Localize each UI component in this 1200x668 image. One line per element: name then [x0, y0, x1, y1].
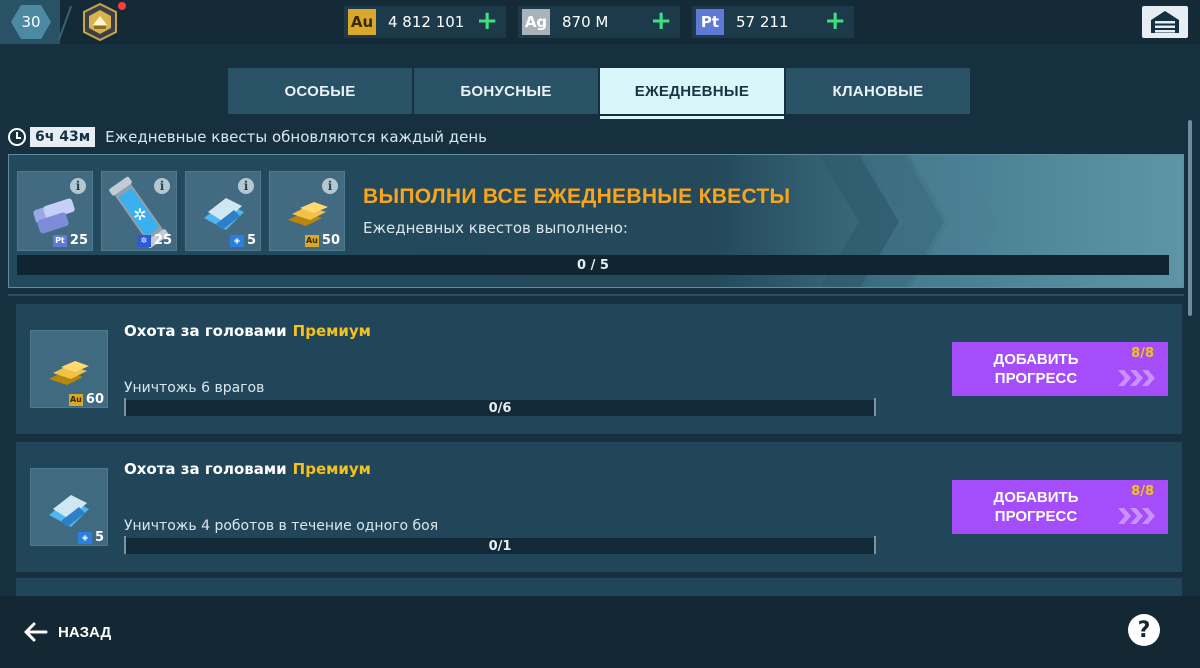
key-tag-icon: ◈: [77, 531, 92, 544]
info-icon[interactable]: i: [70, 178, 86, 194]
reward-count: Au 50: [304, 233, 340, 248]
tab-special[interactable]: ОСОБЫЕ: [228, 68, 412, 114]
clock-icon: [8, 128, 26, 146]
reward-count: Au 60: [68, 392, 104, 407]
reward-count: Pt 25: [52, 233, 88, 248]
quest-description: Уничтожь 6 врагов: [124, 380, 265, 396]
info-icon[interactable]: i: [322, 178, 338, 194]
currency-platinum: Pt 57 211 +: [692, 6, 854, 38]
gold-tag-icon: Au: [68, 393, 83, 406]
key-tag-icon: ◈: [229, 234, 244, 247]
quest-reward-thumbnail[interactable]: Au 60: [30, 330, 108, 408]
triple-chevron-icon: [1118, 508, 1155, 524]
bottom-bar: [0, 596, 1200, 668]
player-level-badge[interactable]: 30: [0, 0, 60, 44]
triple-chevron-icon: [1118, 370, 1155, 386]
premium-label: Премиум: [292, 460, 371, 478]
quest-progress-bar: 0/6: [124, 398, 876, 416]
reward-amount: 60: [85, 392, 104, 407]
complete-all-daily-quests-banner: i Pt 25 ✲ i ✲ 25 i ◈ 5 i Au 50 ВЫПОЛНИ В…: [8, 154, 1184, 288]
platinum-icon: Pt: [696, 9, 724, 35]
silver-amount: 870 M: [562, 13, 609, 31]
add-progress-button[interactable]: ДОБАВИТЬ ПРОГРЕСС 8/8: [952, 480, 1168, 534]
add-gold-button[interactable]: +: [476, 8, 498, 34]
gold-icon: Au: [348, 9, 376, 35]
quest-card: ◈ 5 Охота за головами Премиум Уничтожь 4 …: [16, 442, 1182, 572]
active-tab-indicator: [600, 116, 784, 119]
main-quest-progress-bar: 0 / 5: [17, 255, 1169, 275]
premium-label: Премиум: [292, 322, 371, 340]
quest-progress-label: 0/1: [488, 538, 512, 554]
section-divider: [8, 294, 1184, 296]
add-progress-label: ДОБАВИТЬ ПРОГРЕСС: [993, 489, 1079, 525]
quest-progress-bar: 0/1: [124, 536, 876, 554]
platinum-tag-icon: Pt: [52, 234, 67, 247]
quest-card-partial: [16, 578, 1182, 598]
tab-bonus[interactable]: БОНУСНЫЕ: [414, 68, 598, 114]
main-quest-title: ВЫПОЛНИ ВСЕ ЕЖЕДНЕВНЫЕ КВЕСТЫ: [363, 185, 791, 208]
currency-gold: Au 4 812 101 +: [344, 6, 506, 38]
daily-reset-timer: 6ч 43м Ежедневные квесты обновляются каж…: [8, 126, 487, 148]
reward-amount: 5: [94, 530, 104, 545]
back-label: НАЗАД: [58, 623, 112, 641]
add-progress-label: ДОБАВИТЬ ПРОГРЕСС: [993, 351, 1079, 387]
reward-amount: 25: [153, 233, 172, 248]
list-scrollbar[interactable]: [1188, 120, 1192, 316]
reward-amount: 50: [321, 233, 340, 248]
reward-count: ◈ 5: [77, 530, 104, 545]
add-progress-button[interactable]: ДОБАВИТЬ ПРОГРЕСС 8/8: [952, 342, 1168, 396]
garage-icon: [1151, 11, 1179, 33]
reward-count: ✲ 25: [136, 233, 172, 248]
level-hexagon: 30: [11, 5, 51, 39]
reward-item-keys[interactable]: i ◈ 5: [185, 171, 261, 251]
timer-description: Ежедневные квесты обновляются каждый ден…: [105, 128, 488, 146]
arrow-left-icon: [24, 622, 48, 642]
garage-button[interactable]: [1142, 6, 1188, 38]
quest-title-text: Охота за головами: [124, 460, 287, 478]
quest-title: Охота за головами Премиум: [124, 322, 371, 340]
gold-amount: 4 812 101: [388, 13, 465, 31]
tab-clan[interactable]: КЛАНОВЫЕ: [786, 68, 970, 114]
add-progress-counter: 8/8: [1131, 346, 1154, 361]
gold-tag-icon: Au: [304, 234, 319, 247]
main-quest-progress-label: 0 / 5: [577, 257, 609, 273]
reward-count: ◈ 5: [229, 233, 256, 248]
help-button[interactable]: ?: [1128, 614, 1160, 646]
add-silver-button[interactable]: +: [650, 8, 672, 34]
silver-icon: Ag: [522, 9, 550, 35]
quest-progress-label: 0/6: [488, 400, 512, 416]
timer-value: 6ч 43м: [30, 127, 96, 147]
reward-item-gold[interactable]: i Au 50: [269, 171, 345, 251]
league-rank-icon[interactable]: [80, 2, 120, 42]
quest-title-text: Охота за головами: [124, 322, 287, 340]
currency-silver: Ag 870 M +: [518, 6, 680, 38]
back-button[interactable]: НАЗАД: [22, 620, 111, 644]
info-icon[interactable]: i: [154, 178, 170, 194]
energy-tag-icon: ✲: [136, 234, 151, 247]
quest-card: Au 60 Охота за головами Премиум Уничтожь …: [16, 304, 1182, 434]
platinum-amount: 57 211: [736, 13, 789, 31]
tab-daily[interactable]: ЕЖЕДНЕВНЫЕ: [600, 68, 784, 114]
quest-reward-thumbnail[interactable]: ◈ 5: [30, 468, 108, 546]
quest-title: Охота за головами Премиум: [124, 460, 371, 478]
reward-item-energy[interactable]: ✲ i ✲ 25: [101, 171, 177, 251]
add-platinum-button[interactable]: +: [824, 8, 846, 34]
add-progress-counter: 8/8: [1131, 484, 1154, 499]
svg-text:✲: ✲: [133, 205, 146, 224]
quest-description: Уничтожь 4 роботов в течение одного боя: [124, 518, 439, 534]
info-icon[interactable]: i: [238, 178, 254, 194]
reward-amount: 25: [69, 233, 88, 248]
main-quest-subtitle: Ежедневных квестов выполнено:: [363, 219, 628, 237]
reward-item-platinum[interactable]: i Pt 25: [17, 171, 93, 251]
notification-dot: [118, 2, 126, 10]
reward-amount: 5: [246, 233, 256, 248]
